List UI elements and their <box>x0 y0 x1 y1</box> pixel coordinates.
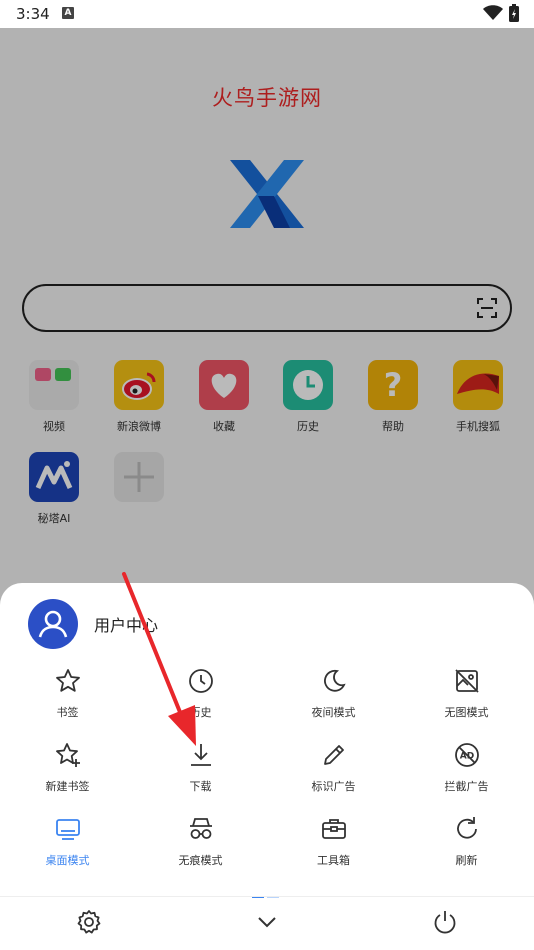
collapse-button[interactable] <box>252 909 282 939</box>
menu-label: 刷新 <box>455 854 478 867</box>
incognito-icon <box>134 814 267 844</box>
menu-label: 新建书签 <box>45 780 90 793</box>
menu-label: 历史 <box>189 706 212 719</box>
menu-label: 无图模式 <box>444 706 489 719</box>
star-plus-icon <box>1 740 134 770</box>
moon-icon <box>267 666 400 696</box>
sheet-bottom-bar <box>0 896 534 950</box>
menu-incognito-mode[interactable]: 无痕模式 <box>134 814 267 868</box>
menu-history[interactable]: 历史 <box>134 666 267 720</box>
power-icon <box>432 909 458 939</box>
avatar[interactable] <box>28 599 78 649</box>
clock-icon <box>134 666 267 696</box>
download-icon <box>134 740 267 770</box>
star-icon <box>1 666 134 696</box>
battery-icon <box>509 4 519 26</box>
toolbox-icon <box>267 814 400 844</box>
menu-sheet: 用户中心 书签 历史 夜间模式 无图模式 新建书签 下载 标识广告 AD 拦截广… <box>0 583 534 950</box>
chevron-down-icon <box>254 909 280 939</box>
menu-label: 标识广告 <box>311 780 356 793</box>
menu-label: 下载 <box>189 780 212 793</box>
menu-label: 夜间模式 <box>311 706 356 719</box>
notification-icon: A <box>62 7 74 19</box>
pencil-icon <box>267 740 400 770</box>
status-time: 3:34 <box>16 5 50 23</box>
user-center-label[interactable]: 用户中心 <box>94 612 158 636</box>
menu-label: 无痕模式 <box>178 854 223 867</box>
menu-block-ads[interactable]: AD 拦截广告 <box>400 740 533 794</box>
menu-refresh[interactable]: 刷新 <box>400 814 533 868</box>
menu-no-image-mode[interactable]: 无图模式 <box>400 666 533 720</box>
svg-text:AD: AD <box>459 752 473 762</box>
menu-label: 书签 <box>56 706 79 719</box>
menu-bookmarks[interactable]: 书签 <box>1 666 134 720</box>
ad-block-icon: AD <box>400 740 533 770</box>
gear-icon <box>76 909 102 939</box>
menu-toolbox[interactable]: 工具箱 <box>267 814 400 868</box>
desktop-icon <box>1 814 134 844</box>
menu-desktop-mode[interactable]: 桌面模式 <box>1 814 134 868</box>
refresh-icon <box>400 814 533 844</box>
no-image-icon <box>400 666 533 696</box>
menu-download[interactable]: 下载 <box>134 740 267 794</box>
menu-label: 工具箱 <box>317 854 350 867</box>
exit-button[interactable] <box>430 909 460 939</box>
settings-button[interactable] <box>74 909 104 939</box>
menu-mark-ads[interactable]: 标识广告 <box>267 740 400 794</box>
menu-night-mode[interactable]: 夜间模式 <box>267 666 400 720</box>
menu-label: 桌面模式 <box>45 854 90 867</box>
menu-label: 拦截广告 <box>444 780 489 793</box>
wifi-icon <box>483 5 503 25</box>
status-bar: 3:34 A <box>0 0 534 28</box>
user-center-row[interactable]: 用户中心 <box>28 599 158 649</box>
menu-new-bookmark[interactable]: 新建书签 <box>1 740 134 794</box>
